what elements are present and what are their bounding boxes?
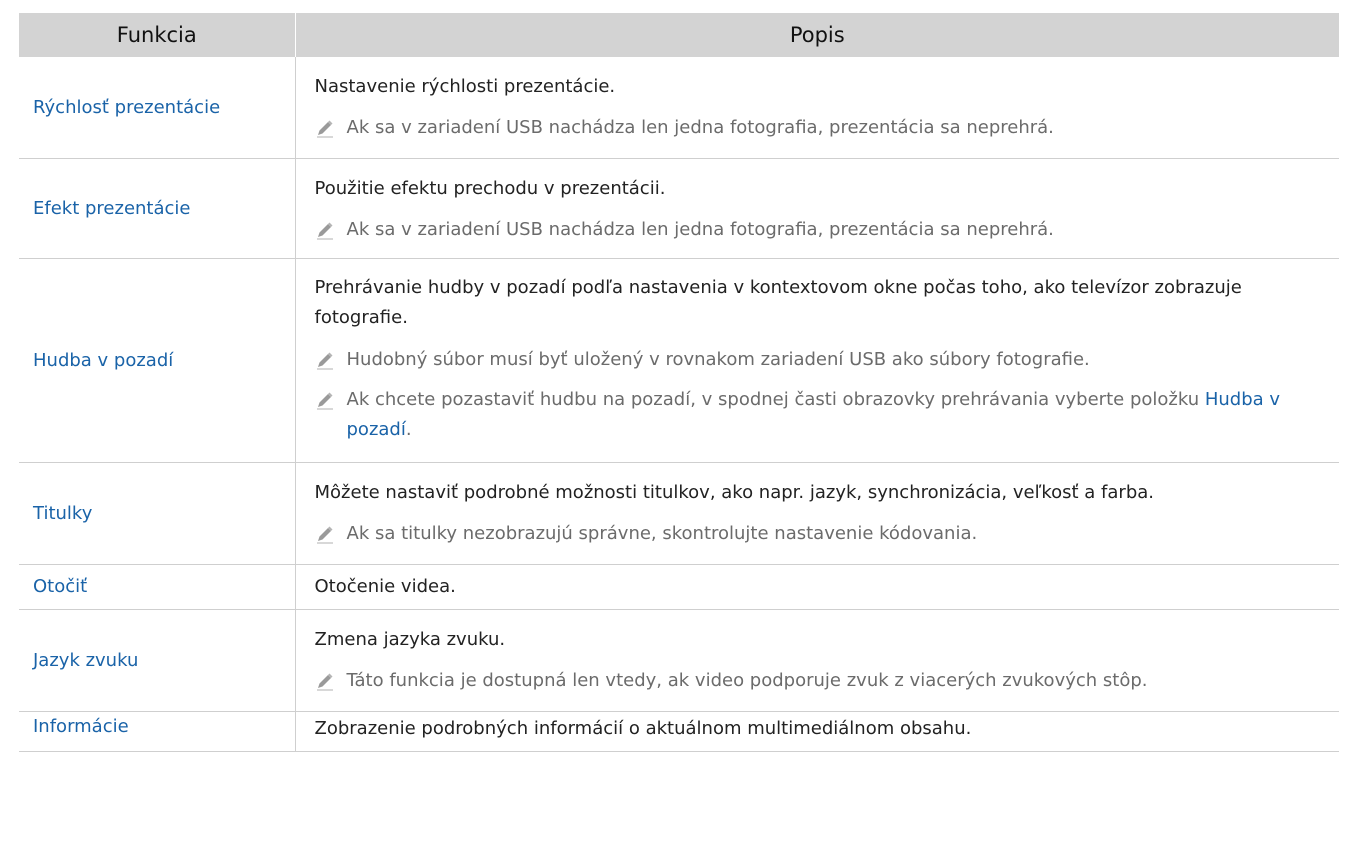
note-text: Ak chcete pozastaviť hudbu na pozadí, v … [346,388,1205,410]
function-description-cell: Prehrávanie hudby v pozadí podľa nastave… [295,258,1339,463]
table-row: Titulky Môžete nastaviť podrobné možnost… [19,462,1339,565]
pencil-icon [316,392,333,409]
feature-table: Funkcia Popis Rýchlosť prezentácie Nasta… [19,13,1339,752]
description-text: Použitie efektu prechodu v prezentácii. [314,177,666,199]
pencil-icon [316,673,333,690]
note-text: Ak sa v zariadení USB nachádza len jedna… [346,218,1054,240]
pencil-icon [316,120,333,138]
description-text: Môžete nastaviť podrobné možnosti titulk… [314,481,1155,503]
function-description-cell: Zobrazenie podrobných informácií o aktuá… [295,711,1339,752]
note: Ak sa titulky nezobrazujú správne, skont… [315,519,1328,549]
function-name: Jazyk zvuku [19,609,296,712]
note: Hudobný súbor musí byť uložený v rovnako… [315,345,1328,375]
function-name: Rýchlosť prezentácie [19,57,296,159]
function-description-cell: Použitie efektu prechodu v prezentácii. … [295,158,1339,259]
header-description: Popis [295,13,1339,57]
note-suffix: . [405,418,412,440]
table-row: Hudba v pozadí Prehrávanie hudby v pozad… [19,258,1339,463]
description-text: Nastavenie rýchlosti prezentácie. [314,76,616,97]
function-name: Efekt prezentácie [19,158,296,259]
function-name: Otočiť [19,564,296,610]
note: Táto funkcia je dostupná len vtedy, ak v… [315,666,1328,696]
note-text: Hudobný súbor musí byť uložený v rovnako… [346,348,1090,370]
header-function: Funkcia [19,13,296,57]
pencil-icon [316,352,333,369]
table-row: Informácie Zobrazenie podrobných informá… [19,711,1339,752]
note-text: Táto funkcia je dostupná len vtedy, ak v… [346,669,1148,691]
function-name: Titulky [19,462,296,565]
table-row: Otočiť Otočenie videa. [19,564,1339,610]
function-name: Informácie [19,711,296,752]
function-description-cell: Zmena jazyka zvuku. Táto funkcia je dost… [295,609,1339,712]
description-text: Otočenie videa. [314,575,456,597]
note-text: Ak sa titulky nezobrazujú správne, skont… [346,522,978,544]
note: Ak chcete pozastaviť hudbu na pozadí, v … [315,385,1328,445]
function-description-cell: Otočenie videa. [295,564,1339,610]
function-name: Hudba v pozadí [19,258,296,463]
function-description-cell: Môžete nastaviť podrobné možnosti titulk… [295,462,1339,565]
table-row: Jazyk zvuku Zmena jazyka zvuku. Táto fun… [19,609,1339,712]
description-text: Zobrazenie podrobných informácií o aktuá… [314,717,972,739]
description-text: Prehrávanie hudby v pozadí podľa nastave… [314,276,1242,328]
pencil-icon [316,526,333,543]
pencil-icon [316,222,333,239]
function-description-cell: Nastavenie rýchlosti prezentácie. Ak sa … [295,57,1339,159]
note-text: Ak sa v zariadení USB nachádza len jedna… [346,117,1054,138]
table-row: Rýchlosť prezentácie Nastavenie rýchlost… [19,57,1339,159]
table-header-row: Funkcia Popis [19,13,1339,57]
table-row: Efekt prezentácie Použitie efektu precho… [19,158,1339,259]
note: Ak sa v zariadení USB nachádza len jedna… [315,113,1328,143]
description-text: Zmena jazyka zvuku. [314,628,506,650]
note: Ak sa v zariadení USB nachádza len jedna… [315,215,1328,245]
